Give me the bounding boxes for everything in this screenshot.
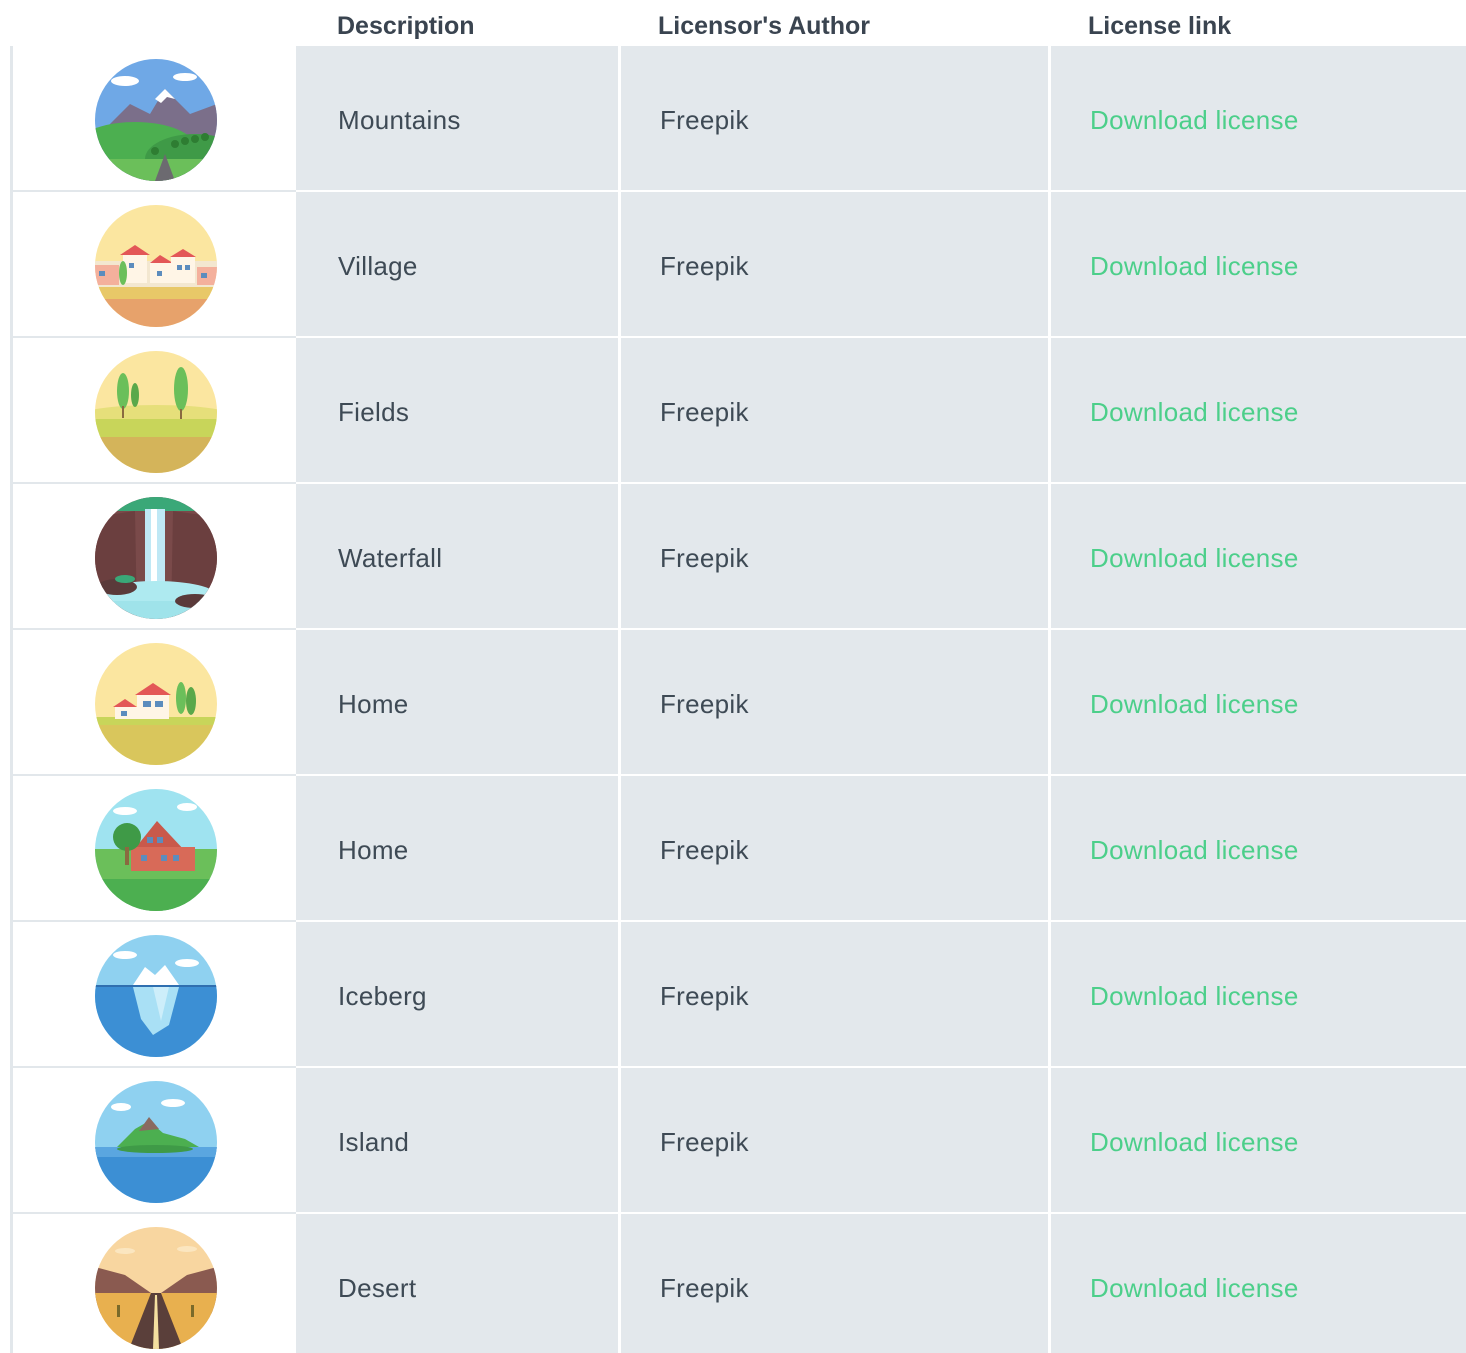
description-cell: Iceberg [296,922,618,1066]
download-license-link[interactable]: Download license [1090,981,1299,1012]
home-fields-icon [95,643,217,765]
author-cell: Freepik [621,922,1048,1066]
table-row: Desert Freepik Download license [10,1214,1466,1353]
author-cell: Freepik [621,484,1048,628]
author-text: Freepik [660,251,749,281]
download-license-link[interactable]: Download license [1090,1127,1299,1158]
image-cell [10,630,296,776]
author-text: Freepik [660,1127,749,1157]
author-text: Freepik [660,1273,749,1303]
image-cell [10,192,296,338]
island-icon [95,1081,217,1203]
description-text: Desert [338,1273,417,1303]
author-text: Freepik [660,397,749,427]
image-cell [10,484,296,630]
download-license-link[interactable]: Download license [1090,251,1299,282]
description-cell: Desert [296,1214,618,1353]
credits-table: Mountains Freepik Download license Villa… [10,46,1466,1353]
header-author: Licensor's Author [658,12,870,40]
author-cell: Freepik [621,776,1048,920]
table-row: Village Freepik Download license [10,192,1466,338]
description-text: Iceberg [338,981,427,1011]
description-cell: Mountains [296,46,618,190]
description-cell: Waterfall [296,484,618,628]
download-license-link[interactable]: Download license [1090,397,1299,428]
description-text: Island [338,1127,410,1157]
description-text: Waterfall [338,543,443,573]
author-text: Freepik [660,981,749,1011]
image-cell [10,1214,296,1353]
license-cell: Download license [1051,630,1466,774]
description-cell: Home [296,630,618,774]
author-cell: Freepik [621,1214,1048,1353]
description-text: Home [338,835,409,865]
credits-page: Description Licensor's Author License li… [0,0,1466,1353]
mountains-icon [95,59,217,181]
description-text: Village [338,251,418,281]
desert-icon [95,1227,217,1349]
license-cell: Download license [1051,484,1466,628]
description-cell: Fields [296,338,618,482]
license-cell: Download license [1051,1214,1466,1353]
description-text: Mountains [338,105,461,135]
license-cell: Download license [1051,776,1466,920]
fields-icon [95,351,217,473]
download-license-link[interactable]: Download license [1090,689,1299,720]
author-cell: Freepik [621,630,1048,774]
image-cell [10,1068,296,1214]
description-text: Home [338,689,409,719]
image-cell [10,922,296,1068]
image-cell [10,46,296,192]
author-text: Freepik [660,105,749,135]
license-cell: Download license [1051,338,1466,482]
header-license-link: License link [1088,12,1232,40]
download-license-link[interactable]: Download license [1090,835,1299,866]
table-header: Description Licensor's Author License li… [0,0,1466,46]
image-cell [10,338,296,484]
author-text: Freepik [660,689,749,719]
license-cell: Download license [1051,922,1466,1066]
description-cell: Home [296,776,618,920]
description-text: Fields [338,397,410,427]
description-cell: Village [296,192,618,336]
author-text: Freepik [660,835,749,865]
table-row: Waterfall Freepik Download license [10,484,1466,630]
description-cell: Island [296,1068,618,1212]
table-row: Fields Freepik Download license [10,338,1466,484]
author-cell: Freepik [621,46,1048,190]
download-license-link[interactable]: Download license [1090,543,1299,574]
author-cell: Freepik [621,1068,1048,1212]
header-description: Description [337,12,475,40]
waterfall-icon [95,497,217,619]
license-cell: Download license [1051,1068,1466,1212]
license-cell: Download license [1051,192,1466,336]
iceberg-icon [95,935,217,1057]
author-cell: Freepik [621,338,1048,482]
license-cell: Download license [1051,46,1466,190]
table-row: Mountains Freepik Download license [10,46,1466,192]
table-row: Iceberg Freepik Download license [10,922,1466,1068]
table-row: Island Freepik Download license [10,1068,1466,1214]
image-cell [10,776,296,922]
home-green-icon [95,789,217,911]
download-license-link[interactable]: Download license [1090,105,1299,136]
download-license-link[interactable]: Download license [1090,1273,1299,1304]
author-text: Freepik [660,543,749,573]
table-row: Home Freepik Download license [10,630,1466,776]
table-row: Home Freepik Download license [10,776,1466,922]
village-icon [95,205,217,327]
author-cell: Freepik [621,192,1048,336]
